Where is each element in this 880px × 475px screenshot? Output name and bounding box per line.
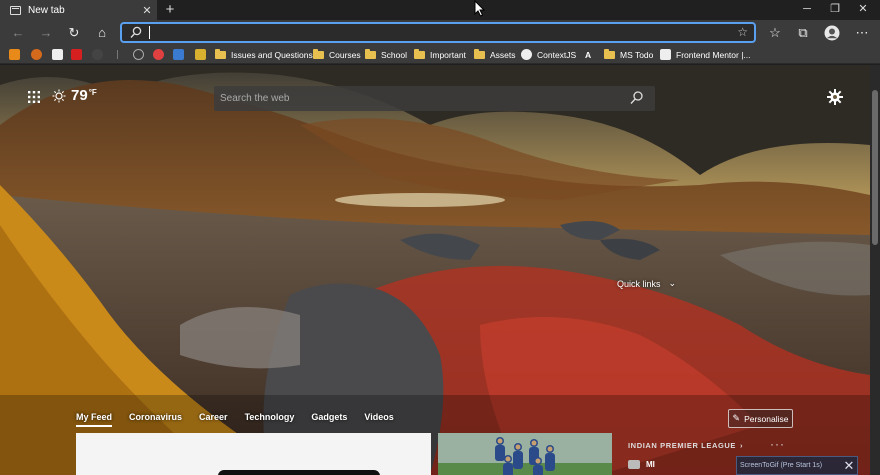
bookmark-favicon-1[interactable] xyxy=(9,49,20,60)
feed-card-main[interactable] xyxy=(76,433,431,475)
bookmark-folder-issues[interactable]: Issues and Questions xyxy=(215,47,313,62)
back-button[interactable]: ← xyxy=(8,23,28,42)
contextjs-icon xyxy=(521,49,532,60)
mouse-cursor-icon xyxy=(474,0,485,17)
address-bar[interactable]: ☆ xyxy=(120,22,756,43)
tab-gadgets[interactable]: Gadgets xyxy=(311,412,347,427)
collections-icon[interactable]: ⧉ xyxy=(793,23,813,42)
tab-title: New tab xyxy=(28,4,65,16)
youtube-icon[interactable] xyxy=(71,49,82,60)
forward-button[interactable]: → xyxy=(36,23,56,42)
bookmark-folder-important[interactable]: Important xyxy=(414,47,466,62)
ipl-team-row[interactable]: MI xyxy=(628,460,655,469)
tab-close-icon[interactable]: ✕ xyxy=(137,4,157,17)
gear-icon[interactable] xyxy=(827,89,843,105)
bookmark-separator xyxy=(117,50,118,59)
tab-career[interactable]: Career xyxy=(199,412,228,427)
new-tab-page: 79 °F Quick links ⌄ My Feed Coronavirus … xyxy=(0,65,870,475)
folder-icon xyxy=(365,48,376,59)
bookmark-favicon-3[interactable] xyxy=(52,49,63,60)
search-icon xyxy=(130,26,142,38)
tab-strip: New tab ✕ + ─ ❐ ✕ xyxy=(0,0,880,20)
folder-icon xyxy=(604,48,615,59)
weather-unit: °F xyxy=(88,88,97,97)
favorites-icon[interactable]: ☆ xyxy=(765,23,785,42)
bookmark-label: Issues and Questions xyxy=(231,49,313,60)
screen-recorder-close-icon[interactable]: ✕ xyxy=(841,458,857,474)
add-favorite-star-icon[interactable]: ☆ xyxy=(737,25,748,39)
folder-icon xyxy=(414,48,425,59)
cricket-team-photo xyxy=(438,433,612,475)
window-close-button[interactable]: ✕ xyxy=(846,0,880,20)
bookmark-favicon-5[interactable] xyxy=(92,49,103,60)
ipl-more-options-icon[interactable]: ··· xyxy=(770,437,785,451)
card-image-placeholder xyxy=(218,470,380,475)
chevron-down-icon: ⌄ xyxy=(668,278,677,288)
bookmark-label: Assets xyxy=(490,49,516,60)
bookmark-favicon-7[interactable] xyxy=(153,49,164,60)
screen-recorder-overlay: ScreenToGif (Pre Start 1s) ✕ xyxy=(736,456,858,475)
team-logo-icon xyxy=(628,460,640,469)
chevron-right-icon: › xyxy=(740,441,744,450)
web-search-box[interactable] xyxy=(214,86,655,111)
bookmark-folder-school[interactable]: School xyxy=(365,47,407,62)
bookmark-label: School xyxy=(381,49,407,60)
address-input[interactable] xyxy=(148,25,728,40)
folder-icon xyxy=(474,48,485,59)
newtab-page-icon xyxy=(10,5,21,15)
feed-card-cricket[interactable] xyxy=(438,433,612,475)
refresh-button[interactable]: ↻ xyxy=(64,23,84,42)
bookmark-label: Courses xyxy=(329,49,361,60)
quick-links-toggle[interactable]: Quick links ⌄ xyxy=(617,278,676,289)
bookmark-frontend-mentor[interactable]: Frontend Mentor |... xyxy=(660,47,751,62)
home-button[interactable]: ⌂ xyxy=(92,23,112,42)
frontend-mentor-icon xyxy=(660,49,671,60)
bookmark-favicon-8[interactable] xyxy=(173,49,184,60)
bookmark-favicon-2[interactable] xyxy=(31,49,42,60)
folder-icon xyxy=(313,48,324,59)
settings-more-button[interactable]: ⋯ xyxy=(852,23,872,42)
ipl-widget-title[interactable]: INDIAN PREMIER LEAGUE › xyxy=(628,441,743,450)
tab-new-tab[interactable]: New tab ✕ xyxy=(0,0,157,20)
bookmark-label: A xyxy=(585,49,592,60)
bookmark-favicon-9[interactable] xyxy=(195,49,206,60)
tab-technology[interactable]: Technology xyxy=(245,412,295,427)
bookmark-favicon-6[interactable] xyxy=(133,49,144,60)
personalise-button[interactable]: ✎ Personalise xyxy=(728,409,793,428)
personalise-label: Personalise xyxy=(744,413,789,424)
bookmark-label: ContextJS xyxy=(537,49,577,60)
browser-toolbar: ← → ↻ ⌂ ☆ ☆ ⧉ ⋯ xyxy=(0,20,880,45)
ipl-title: INDIAN PREMIER LEAGUE xyxy=(628,441,737,450)
folder-icon xyxy=(215,48,226,59)
quick-links-label: Quick links xyxy=(617,278,661,289)
apps-grid-icon[interactable] xyxy=(28,91,40,103)
sun-icon xyxy=(52,89,66,102)
weather-widget[interactable]: 79 °F xyxy=(52,87,97,104)
feed-navigation: My Feed Coronavirus Career Technology Ga… xyxy=(76,412,411,427)
bookmark-a[interactable]: A xyxy=(585,47,591,62)
web-search-input[interactable] xyxy=(220,91,610,105)
tab-coronavirus[interactable]: Coronavirus xyxy=(129,412,182,427)
text-caret xyxy=(149,26,150,39)
pencil-icon: ✎ xyxy=(732,413,741,423)
bookmark-label: Important xyxy=(430,49,466,60)
screen-recorder-label: ScreenToGif (Pre Start 1s) xyxy=(740,462,823,469)
search-icon[interactable] xyxy=(630,91,643,105)
bookmark-label: MS Todo xyxy=(620,49,654,60)
bookmark-folder-courses[interactable]: Courses xyxy=(313,47,361,62)
weather-temperature: 79 xyxy=(71,87,88,104)
bookmark-label: Frontend Mentor |... xyxy=(676,49,751,60)
team-name: MI xyxy=(646,460,655,469)
tab-videos[interactable]: Videos xyxy=(364,412,393,427)
profile-avatar[interactable] xyxy=(822,23,842,42)
scrollbar-thumb[interactable] xyxy=(872,90,878,245)
new-tab-button[interactable]: + xyxy=(162,1,178,19)
bookmark-folder-ms-todo[interactable]: MS Todo xyxy=(604,47,653,62)
bookmarks-bar: Issues and Questions Courses School Impo… xyxy=(0,45,880,64)
tab-my-feed[interactable]: My Feed xyxy=(76,412,113,427)
bookmark-folder-assets[interactable]: Assets xyxy=(474,47,516,62)
bookmark-contextjs[interactable]: ContextJS xyxy=(521,47,576,62)
